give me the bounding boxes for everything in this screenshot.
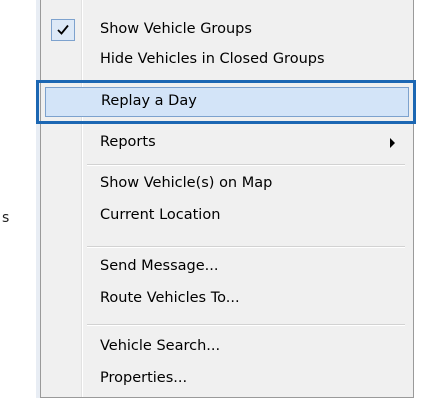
menu-item-label: Replay a Day xyxy=(101,93,197,109)
menu-separator xyxy=(87,324,405,326)
checkmark-icon xyxy=(51,19,75,41)
submenu-arrow-icon xyxy=(390,138,395,148)
menu-item-label: Hide Vehicles in Closed Groups xyxy=(100,51,325,67)
menu-item-vehicle-search[interactable]: Vehicle Search... xyxy=(45,332,409,362)
menu-item-label: Properties... xyxy=(100,370,188,386)
menu-item-label: Vehicle Search... xyxy=(100,338,221,354)
menu-item-label: Current Location xyxy=(100,207,221,223)
menu-item-send-message[interactable]: Send Message... xyxy=(45,252,409,282)
menu-item-show-vehicle-groups[interactable]: Show Vehicle Groups xyxy=(45,15,409,45)
menu-item-properties[interactable]: Properties... xyxy=(45,364,409,394)
menu-separator xyxy=(87,164,405,166)
context-menu: Show Vehicle Groups Hide Vehicles in Clo… xyxy=(40,0,414,398)
menu-item-label: Reports xyxy=(100,134,156,150)
menu-item-route-vehicles-to[interactable]: Route Vehicles To... xyxy=(45,284,409,314)
menu-item-label: Show Vehicle(s) on Map xyxy=(100,175,273,191)
menu-item-show-vehicles-on-map[interactable]: Show Vehicle(s) on Map xyxy=(45,169,409,199)
menu-item-replay-a-day[interactable]: Replay a Day xyxy=(45,87,409,117)
background-text: s xyxy=(2,210,10,226)
menu-item-label: Route Vehicles To... xyxy=(100,290,240,306)
screenshot-stage: s Show Vehicle Groups Hide Vehicles in C… xyxy=(0,0,430,398)
menu-separator xyxy=(87,246,405,248)
menu-item-hide-vehicles-in-closed-groups[interactable]: Hide Vehicles in Closed Groups xyxy=(45,45,409,75)
menu-item-label: Send Message... xyxy=(100,258,219,274)
menu-item-label: Show Vehicle Groups xyxy=(100,21,252,37)
menu-separator xyxy=(87,81,405,83)
menu-item-current-location[interactable]: Current Location xyxy=(45,201,409,231)
menu-item-reports[interactable]: Reports xyxy=(45,128,409,158)
